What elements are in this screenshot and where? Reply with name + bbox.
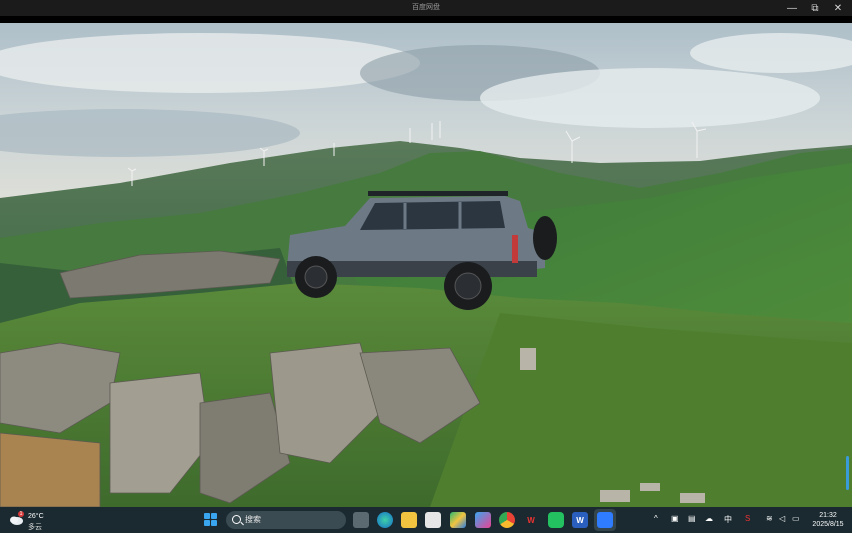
video-scrubber[interactable] [846, 456, 849, 490]
window-title: 百度网盘 [412, 4, 440, 11]
clock-date: 2025/8/15 [812, 521, 844, 528]
tray-app-icon[interactable]: ▤ [688, 514, 696, 523]
wifi-icon[interactable]: ≋ [766, 514, 773, 523]
taskbar: 1 26°C 多云 搜索 W W ^ ▣ ▤ ☁ 中 S ≋ ◁ ▭ 21:32… [0, 507, 852, 533]
sogou-ime-icon[interactable]: S [745, 514, 750, 523]
video-player[interactable] [0, 23, 852, 507]
chrome-icon[interactable] [499, 512, 515, 528]
task-view-icon[interactable] [353, 512, 369, 528]
tray-app-icon[interactable]: ▣ [671, 514, 679, 523]
maximize-button[interactable]: ⧉ [804, 0, 826, 16]
wechat-icon[interactable] [548, 512, 564, 528]
minimize-button[interactable]: — [781, 0, 803, 16]
word-icon[interactable]: W [572, 512, 588, 528]
volume-icon[interactable]: ◁ [779, 514, 785, 523]
close-button[interactable]: ✕ [827, 0, 849, 16]
clock-time: 21:32 [819, 512, 837, 519]
windows-logo-icon [211, 520, 217, 526]
weather-temperature: 26°C [28, 513, 44, 520]
windows-logo-icon [211, 513, 217, 519]
start-button[interactable] [204, 513, 218, 527]
edge-icon[interactable] [377, 512, 393, 528]
clock[interactable]: 21:32 2025/8/15 [808, 511, 848, 529]
drive-icon[interactable] [450, 512, 466, 528]
pictures-icon[interactable] [475, 512, 491, 528]
store-icon[interactable] [425, 512, 441, 528]
baidu-netdisk-icon[interactable] [597, 512, 613, 528]
windows-logo-icon [204, 520, 210, 526]
weather-widget[interactable]: 1 26°C 多云 [8, 510, 68, 531]
title-separator [0, 16, 852, 23]
weather-condition: 多云 [28, 524, 42, 531]
show-hidden-icons-chevron-icon[interactable]: ^ [654, 514, 658, 523]
ime-indicator[interactable]: 中 [724, 514, 732, 525]
wps-icon[interactable]: W [523, 512, 539, 528]
battery-icon[interactable]: ▭ [792, 514, 800, 523]
onedrive-icon[interactable]: ☁ [705, 514, 713, 523]
file-explorer-icon[interactable] [401, 512, 417, 528]
search-icon [232, 515, 241, 524]
windows-logo-icon [204, 513, 210, 519]
title-bar: 百度网盘 — ⧉ ✕ [0, 0, 852, 16]
notification-badge: 1 [18, 511, 24, 517]
search-box[interactable]: 搜索 [226, 511, 346, 529]
video-frame [0, 23, 852, 507]
search-placeholder: 搜索 [245, 515, 261, 524]
